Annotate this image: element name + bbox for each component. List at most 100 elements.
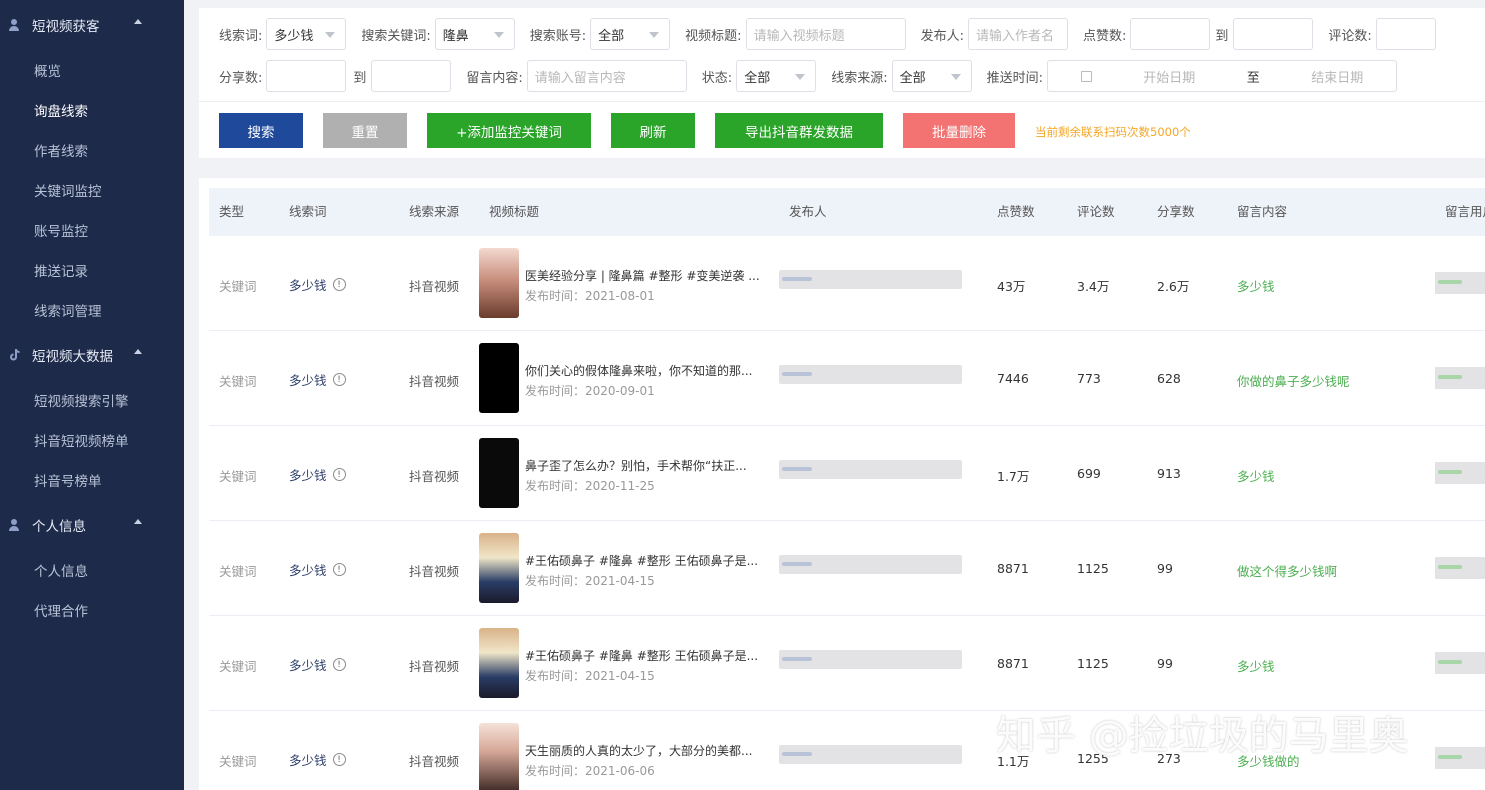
search-button[interactable]: 搜索 <box>219 113 303 148</box>
video-title-label: 视频标题: <box>685 28 742 44</box>
video-thumbnail[interactable] <box>479 628 519 698</box>
header-likes: 点赞数 <box>997 204 1035 219</box>
row-clue-word: 多少钱! <box>289 465 346 484</box>
date-range-separator: 至 <box>1246 70 1260 86</box>
export-douyin-button[interactable]: 导出抖音群发数据 <box>715 113 883 148</box>
push-time-range[interactable]: 开始日期 至 结束日期 <box>1046 60 1397 92</box>
sidebar-item-inquiry-clues[interactable]: 询盘线索 <box>0 90 184 130</box>
sidebar-item-keyword-monitor[interactable]: 关键词监控 <box>0 170 184 210</box>
start-date-input[interactable]: 开始日期 <box>1143 67 1195 86</box>
row-message: 做这个得多少钱啊 <box>1237 564 1338 579</box>
row-video-title[interactable]: #王佑硕鼻子 #隆鼻 #整形 王佑硕鼻子是... <box>525 552 765 569</box>
row-video-title[interactable]: 天生丽质的人真的太少了，大部分的美都... <box>525 742 765 759</box>
status-label: 状态: <box>701 70 733 86</box>
filter-panel: 线索词: 多少钱 搜索关键词: 隆鼻 搜索账号: 全部 视频标题: 请输入视频标… <box>199 8 1485 158</box>
row-clue-word-text: 多少钱 <box>289 373 327 388</box>
sidebar-item-clue-word-manage[interactable]: 线索词管理 <box>0 290 184 330</box>
info-icon[interactable]: ! <box>332 658 346 671</box>
sidebar-item-douyin-account-rank[interactable]: 抖音号榜单 <box>0 460 184 500</box>
end-date-input[interactable]: 结束日期 <box>1311 67 1363 86</box>
shares-to-label: 到 <box>353 70 367 86</box>
row-source: 抖音视频 <box>409 659 460 674</box>
table-row[interactable]: 关键词 多少钱! 抖音视频 #王佑硕鼻子 #隆鼻 #整形 王佑硕鼻子是... 发布时间：… <box>209 521 1485 616</box>
table-row[interactable]: 关键词 多少钱! 抖音视频 天生丽质的人真的太少了，大部分的美都... 发布时间：202… <box>209 711 1485 790</box>
row-source: 抖音视频 <box>409 754 460 769</box>
sidebar-item-account-monitor[interactable]: 账号监控 <box>0 210 184 250</box>
video-thumbnail[interactable] <box>479 248 519 318</box>
header-type: 类型 <box>219 204 245 219</box>
search-keyword-select[interactable]: 隆鼻 <box>434 18 515 50</box>
video-thumbnail[interactable] <box>479 343 519 413</box>
sidebar-group-personal[interactable]: 个人信息 <box>0 500 184 550</box>
sidebar-item-author-clues[interactable]: 作者线索 <box>0 130 184 170</box>
info-icon[interactable]: ! <box>332 753 346 766</box>
row-video-title[interactable]: 医美经验分享 | 隆鼻篇 #整形 #变美逆袭 ... <box>525 267 765 284</box>
likes-min-input[interactable] <box>1130 18 1211 50</box>
sidebar-item-personal-info[interactable]: 个人信息 <box>0 550 184 590</box>
info-icon[interactable]: ! <box>332 563 346 576</box>
row-source: 抖音视频 <box>409 374 460 389</box>
status-value: 全部 <box>744 70 771 86</box>
video-thumbnail[interactable] <box>479 723 519 790</box>
header-message: 留言内容 <box>1237 204 1288 219</box>
row-clue-word-text: 多少钱 <box>289 753 327 768</box>
video-thumbnail[interactable] <box>479 533 519 603</box>
info-icon[interactable]: ! <box>332 278 346 291</box>
row-likes: 8871 <box>997 656 1029 671</box>
row-source: 抖音视频 <box>409 564 460 579</box>
sidebar-item-push-records[interactable]: 推送记录 <box>0 250 184 290</box>
search-account-select[interactable]: 全部 <box>590 18 671 50</box>
video-thumbnail[interactable] <box>479 438 519 508</box>
clue-word-value: 多少钱 <box>274 28 314 44</box>
row-comments: 1125 <box>1077 561 1109 576</box>
row-type: 关键词 <box>219 659 257 674</box>
comments-min-input[interactable] <box>1375 18 1436 50</box>
reset-button[interactable]: 重置 <box>323 113 407 148</box>
refresh-button[interactable]: 刷新 <box>611 113 695 148</box>
sidebar-item-agent-cooperation[interactable]: 代理合作 <box>0 590 184 630</box>
row-video-title[interactable]: 鼻子歪了怎么办？别怕，手术帮你“扶正... <box>525 457 765 474</box>
sidebar-group-video-bigdata[interactable]: 短视频大数据 <box>0 330 184 380</box>
clue-word-select[interactable]: 多少钱 <box>266 18 347 50</box>
shares-min-input[interactable] <box>266 60 347 92</box>
source-select[interactable]: 全部 <box>891 60 972 92</box>
publisher-blurred <box>779 650 962 669</box>
table-row[interactable]: 关键词 多少钱! 抖音视频 鼻子歪了怎么办？别怕，手术帮你“扶正... 发布时间：202… <box>209 426 1485 521</box>
row-video-title[interactable]: 你们关心的假体隆鼻来啦，你不知道的那... <box>525 362 765 379</box>
table-row[interactable]: 关键词 多少钱! 抖音视频 #王佑硕鼻子 #隆鼻 #整形 王佑硕鼻子是... 发布时间：… <box>209 616 1485 711</box>
info-icon[interactable]: ! <box>332 468 346 481</box>
row-likes: 8871 <box>997 561 1029 576</box>
publisher-blurred <box>779 270 962 289</box>
message-input[interactable]: 请输入留言内容 <box>526 60 687 92</box>
status-select[interactable]: 全部 <box>736 60 817 92</box>
sidebar-item-video-search-engine[interactable]: 短视频搜索引擎 <box>0 380 184 420</box>
row-comments: 1255 <box>1077 751 1109 766</box>
header-comments: 评论数 <box>1077 204 1115 219</box>
header-message-user: 留言用户 <box>1445 204 1485 219</box>
row-message: 多少钱 <box>1237 279 1275 294</box>
chevron-down-icon <box>493 32 504 38</box>
publisher-label: 发布人: <box>920 28 964 44</box>
search-account-label: 搜索账号: <box>529 28 587 44</box>
sidebar-item-overview[interactable]: 概览 <box>0 50 184 90</box>
row-video-title[interactable]: #王佑硕鼻子 #隆鼻 #整形 王佑硕鼻子是... <box>525 647 765 664</box>
message-user-blurred <box>1435 367 1485 389</box>
video-title-input[interactable]: 请输入视频标题 <box>745 18 906 50</box>
add-monitor-keyword-button[interactable]: +添加监控关键词 <box>427 113 591 148</box>
info-icon[interactable]: ! <box>332 373 346 386</box>
likes-to-label: 到 <box>1215 28 1229 44</box>
divider <box>199 101 1485 102</box>
batch-delete-button[interactable]: 批量删除 <box>903 113 1015 148</box>
search-keyword-label: 搜索关键词: <box>361 28 431 44</box>
table-row[interactable]: 关键词 多少钱! 抖音视频 你们关心的假体隆鼻来啦，你不知道的那... 发布时间：202… <box>209 331 1485 426</box>
table-row[interactable]: 关键词 多少钱! 抖音视频 医美经验分享 | 隆鼻篇 #整形 #变美逆袭 ... 发布时… <box>209 236 1485 331</box>
sidebar-group-video-acquisition[interactable]: 短视频获客 <box>0 0 184 50</box>
clue-word-label: 线索词: <box>219 28 263 44</box>
likes-max-input[interactable] <box>1233 18 1314 50</box>
row-clue-word: 多少钱! <box>289 370 346 389</box>
publisher-input[interactable]: 请输入作者名 <box>967 18 1068 50</box>
sidebar-item-douyin-video-rank[interactable]: 抖音短视频榜单 <box>0 420 184 460</box>
comments-label: 评论数: <box>1328 28 1372 44</box>
shares-max-input[interactable] <box>371 60 452 92</box>
message-user-blurred <box>1435 652 1485 674</box>
